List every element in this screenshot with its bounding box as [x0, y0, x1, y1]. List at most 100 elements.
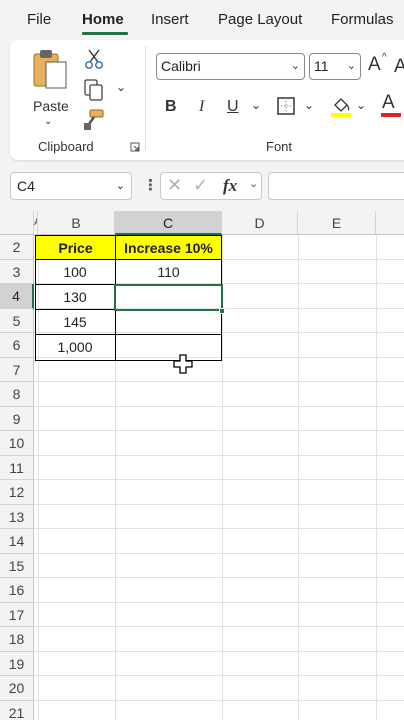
paste-label: Paste	[33, 98, 69, 114]
caret-up-icon: ^	[382, 52, 387, 63]
copy-icon[interactable]	[82, 78, 106, 102]
bold-button[interactable]: B	[165, 98, 177, 116]
row-header-20[interactable]: 20	[0, 676, 34, 701]
column-header-b[interactable]: B	[38, 211, 115, 235]
row-header-15[interactable]: 15	[0, 553, 34, 578]
grid-line	[34, 479, 404, 480]
table-cell[interactable]: 1,000	[35, 335, 115, 360]
paste-button[interactable]: Paste ⌄	[24, 46, 72, 128]
row-header-7[interactable]: 7	[0, 357, 34, 382]
table-cell[interactable]	[115, 310, 222, 334]
fill-handle[interactable]	[219, 308, 225, 314]
select-all-corner[interactable]	[0, 211, 34, 235]
grid-line	[34, 699, 404, 701]
column-header-f[interactable]	[376, 211, 404, 235]
row-header-13[interactable]: 13	[0, 504, 34, 529]
row-header-6[interactable]: 6	[0, 333, 34, 358]
italic-button[interactable]: I	[199, 98, 204, 116]
tab-formulas[interactable]: Formulas	[331, 11, 394, 28]
ribbon-tabs: File Home Insert Page Layout Formulas	[0, 0, 404, 40]
format-painter-icon[interactable]	[82, 108, 106, 132]
cancel-icon[interactable]: ✕	[167, 175, 182, 196]
row-header-12[interactable]: 12	[0, 480, 34, 505]
group-separator	[145, 46, 146, 150]
grid-line	[34, 405, 404, 407]
row-header-21[interactable]: 21	[0, 700, 34, 720]
font-size-dropdown[interactable]: 11 ⌄	[309, 53, 361, 80]
table-cell[interactable]: 110	[115, 260, 222, 284]
underline-button[interactable]: U	[227, 98, 239, 116]
cell-cursor-icon	[173, 354, 193, 374]
row-header-14[interactable]: 14	[0, 529, 34, 554]
table-cell[interactable]: 100	[35, 260, 115, 284]
grid-line	[34, 675, 404, 676]
formula-input[interactable]	[268, 172, 404, 200]
font-color-button[interactable]: A	[382, 92, 395, 114]
grid-line	[34, 528, 404, 529]
paste-icon	[33, 50, 67, 89]
grow-font-button[interactable]: A	[368, 54, 381, 76]
row-header-9[interactable]: 9	[0, 406, 34, 431]
tab-home[interactable]: Home	[82, 11, 124, 28]
tab-file[interactable]: File	[27, 11, 51, 28]
chevron-down-icon[interactable]: ⌄	[249, 177, 258, 190]
table-cell[interactable]	[115, 335, 222, 360]
tab-page-layout[interactable]: Page Layout	[218, 11, 302, 28]
table-header-price[interactable]: Price	[35, 235, 116, 260]
row-header-17[interactable]: 17	[0, 602, 34, 627]
column-header-e[interactable]: E	[298, 211, 376, 235]
row-header-11[interactable]: 11	[0, 455, 34, 480]
row-header-19[interactable]: 19	[0, 651, 34, 676]
tab-insert[interactable]: Insert	[151, 11, 189, 28]
grid-line	[34, 626, 404, 627]
row-header-16[interactable]: 16	[0, 578, 34, 603]
shrink-font-button[interactable]: A	[394, 56, 404, 78]
chevron-down-icon: ⌄	[346, 60, 356, 72]
column-header-c[interactable]: C	[115, 211, 222, 235]
ribbon-panel: Paste ⌄ ⌄ Clipboard Calibri ⌄ 11 ⌄ A ^ A…	[10, 40, 404, 160]
chevron-down-icon[interactable]: ⌄	[116, 80, 126, 94]
row-header-18[interactable]: 18	[0, 627, 34, 652]
clipboard-group-label: Clipboard	[38, 139, 94, 154]
chevron-down-icon[interactable]: ⌄	[356, 98, 366, 112]
more-options-icon[interactable]: ⋮	[143, 176, 158, 194]
row-header-2[interactable]: 2	[0, 235, 34, 260]
worksheet-grid[interactable]: A B C D E 234567891011121314151617181920…	[0, 211, 404, 720]
grid-line	[34, 650, 404, 652]
grid-line	[34, 503, 404, 505]
chevron-down-icon[interactable]: ⌄	[304, 98, 314, 112]
cut-icon[interactable]	[83, 48, 105, 70]
row-header-4[interactable]: 4	[0, 284, 34, 309]
grid-line	[34, 454, 404, 456]
row-header-5[interactable]: 5	[0, 308, 34, 333]
name-box[interactable]: C4 ⌄	[10, 172, 132, 200]
font-name-value: Calibri	[161, 58, 201, 74]
grid-line	[34, 430, 404, 431]
grid-line	[34, 577, 404, 578]
formula-bar: C4 ⌄ ⋮ ✕ ✓ fx ⌄	[0, 170, 404, 202]
active-cell-selection[interactable]	[114, 284, 223, 311]
chevron-down-icon: ⌄	[290, 60, 300, 72]
font-size-value: 11	[314, 58, 329, 74]
grid-line	[34, 601, 404, 603]
borders-icon[interactable]	[276, 96, 296, 116]
table-header-increase[interactable]: Increase 10%	[115, 235, 222, 260]
row-header-8[interactable]: 8	[0, 382, 34, 407]
table-cell[interactable]: 145	[35, 310, 115, 334]
formula-controls: ✕ ✓ fx ⌄	[160, 172, 262, 200]
row-header-3[interactable]: 3	[0, 259, 34, 284]
table-cell[interactable]: 130	[35, 285, 115, 309]
row-header-10[interactable]: 10	[0, 431, 34, 456]
grid-line	[34, 552, 404, 554]
active-tab-indicator	[82, 32, 128, 35]
insert-function-button[interactable]: fx	[223, 176, 237, 196]
dialog-launcher-icon[interactable]	[130, 142, 140, 152]
chevron-down-icon[interactable]: ⌄	[251, 98, 261, 112]
chevron-down-icon: ⌄	[44, 116, 53, 127]
grid-line	[34, 381, 404, 382]
font-name-dropdown[interactable]: Calibri ⌄	[156, 53, 305, 80]
enter-icon[interactable]: ✓	[193, 175, 208, 196]
chevron-down-icon: ⌄	[115, 180, 125, 192]
fill-color-icon[interactable]	[330, 94, 352, 118]
column-header-d[interactable]: D	[222, 211, 298, 235]
